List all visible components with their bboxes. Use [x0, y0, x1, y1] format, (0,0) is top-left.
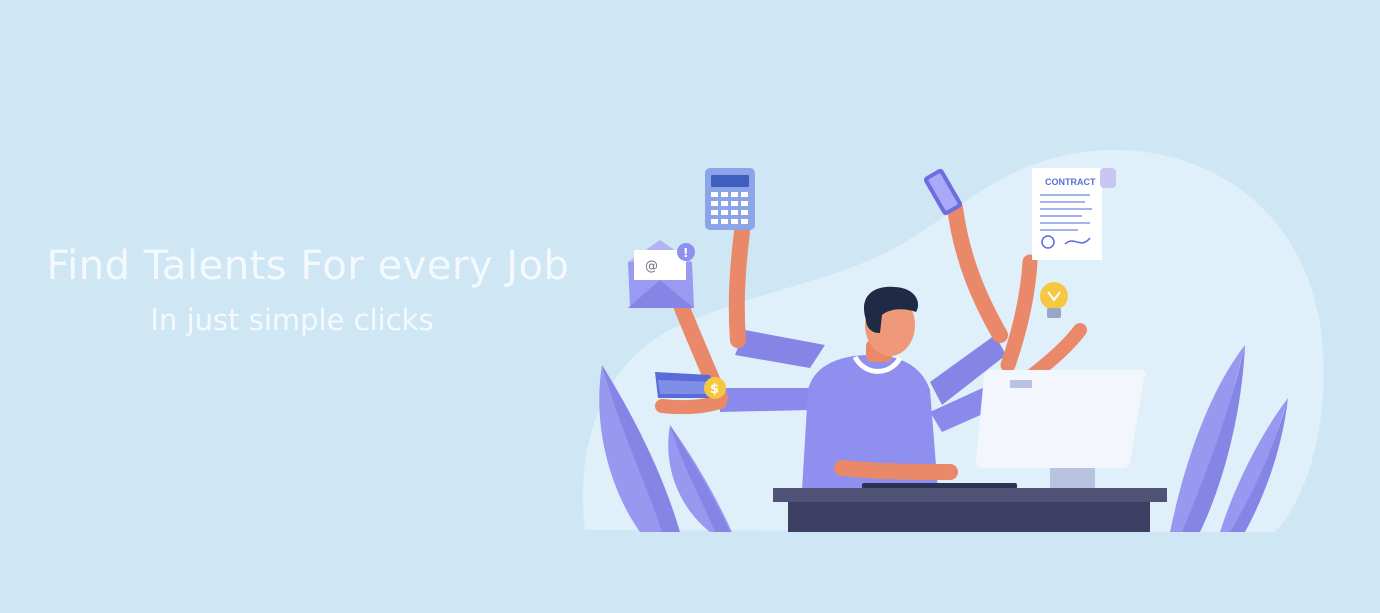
hero-subline: In just simple clicks	[150, 303, 434, 337]
coin-symbol: $	[710, 382, 719, 397]
desk-body	[788, 502, 1150, 532]
mail-at-symbol: @	[645, 259, 658, 274]
desk-top	[773, 488, 1167, 502]
hero-headline: Find Talents For every Job	[46, 243, 570, 289]
contract-title: CONTRACT	[1045, 177, 1096, 187]
multitasking-illustration: @ ! $ CONTRACT	[582, 150, 1324, 532]
typing-arm	[834, 460, 958, 480]
hero-banner: Find Talents For every Job In just simpl…	[0, 0, 1380, 613]
calculator-icon	[705, 168, 755, 230]
alert-symbol: !	[683, 246, 688, 260]
mail-envelope-icon: @ !	[628, 240, 695, 308]
